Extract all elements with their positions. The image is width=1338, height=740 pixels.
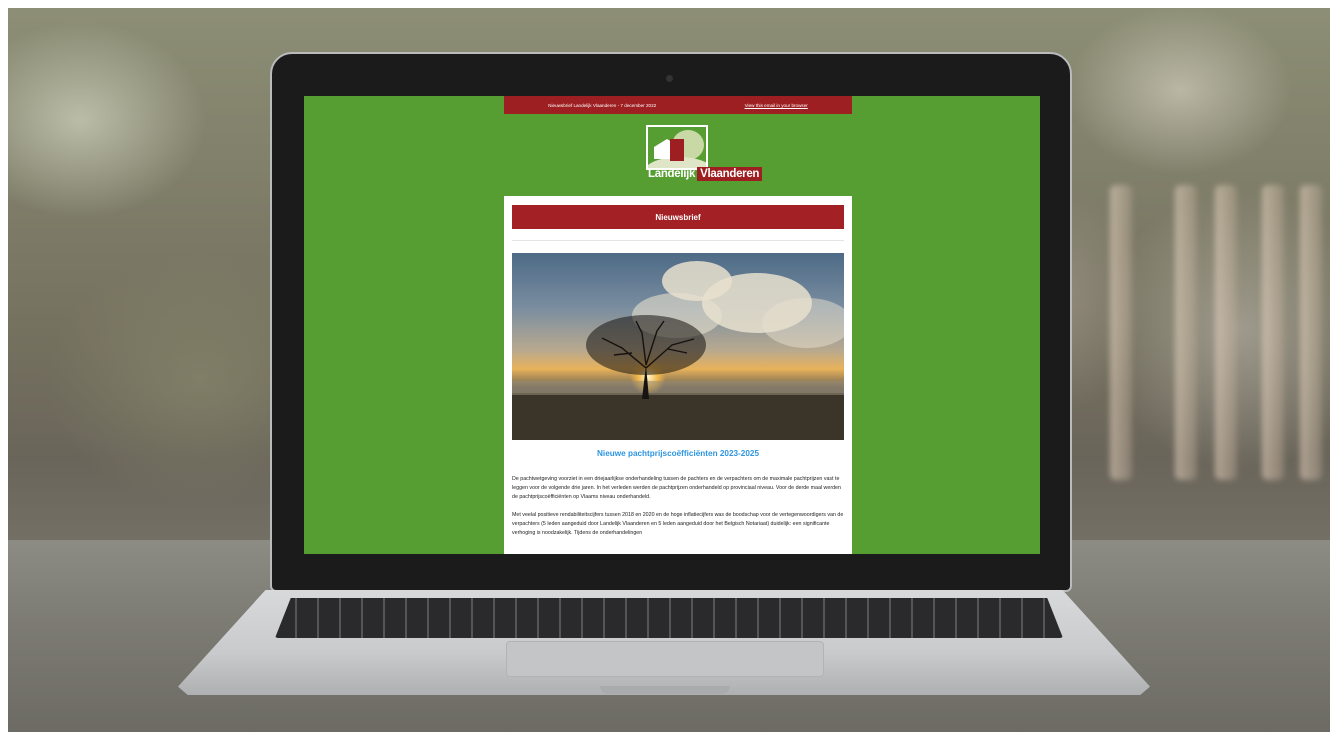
article-title[interactable]: Nieuwe pachtprijscoëfficiënten 2023-2025 xyxy=(512,449,844,458)
newsletter-date-text: Nieuwsbrief Landelijk Vlaanderen - 7 dec… xyxy=(548,102,657,108)
logo-word-landelijk: Landelijk xyxy=(648,168,696,180)
article-body: De pachtwetgeving voorziet in een drieja… xyxy=(512,475,846,548)
barn-icon xyxy=(670,139,684,161)
article-paragraph: De pachtwetgeving voorziet in een drieja… xyxy=(512,476,841,501)
trackpad xyxy=(506,641,824,677)
landelijk-vlaanderen-logo[interactable]: Landelijk Vlaanderen xyxy=(646,125,763,187)
newsletter-header: Nieuwsbrief xyxy=(512,205,844,229)
divider xyxy=(512,240,844,241)
article-paragraph: Met veelal positieve rendabiliteitscijfe… xyxy=(512,512,844,537)
webcam-icon xyxy=(666,75,673,82)
keyboard xyxy=(275,598,1063,638)
hero-image[interactable] xyxy=(512,253,844,440)
laptop-lip xyxy=(600,686,730,694)
laptop-screen: Nieuwsbrief Landelijk Vlaanderen - 7 dec… xyxy=(304,96,1040,554)
tree-silhouette xyxy=(512,315,844,440)
logo-word-vlaanderen: Vlaanderen xyxy=(697,167,763,181)
email-preheader-bar: Nieuwsbrief Landelijk Vlaanderen - 7 dec… xyxy=(504,96,852,114)
logo-emblem xyxy=(646,125,708,170)
email-content-card: Nieuwsbrief Nieuwe pachtprijscoëfficiënt… xyxy=(504,196,852,554)
logo-wordmark: Landelijk Vlaanderen xyxy=(646,166,763,182)
view-in-browser-link[interactable]: View this email in your browser xyxy=(745,103,808,108)
